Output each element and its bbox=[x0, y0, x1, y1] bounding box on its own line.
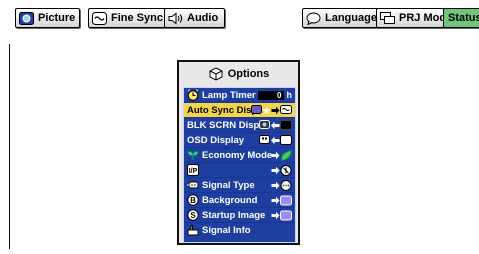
background-screen-icon bbox=[280, 195, 292, 205]
background-b-icon: B bbox=[187, 194, 199, 206]
menu-item-label: Economy Mode bbox=[202, 149, 273, 161]
menu-item-label: BLK SCRN Disp bbox=[187, 119, 260, 131]
options-title: Options bbox=[227, 67, 270, 80]
tab-audio[interactable]: Audio bbox=[164, 8, 225, 28]
signal-connector-icon bbox=[187, 179, 199, 191]
left-arrow-icon bbox=[271, 121, 280, 129]
tab-language-label: Language bbox=[325, 12, 377, 24]
screen-image-icon bbox=[259, 120, 270, 129]
options-menu: Lamp Timer 0 h Auto Sync Disp BLK SCRN D… bbox=[183, 87, 296, 243]
projector-icon bbox=[380, 11, 395, 25]
right-arrow-icon bbox=[271, 211, 280, 219]
fine-sync-icon bbox=[92, 11, 107, 25]
menu-item-label: Signal Info bbox=[202, 224, 251, 236]
star-icon bbox=[262, 106, 271, 114]
eco-leaf-icon bbox=[281, 149, 292, 161]
menu-item-disabled: I/P bbox=[184, 163, 295, 178]
speaker-icon bbox=[168, 11, 183, 25]
left-arrow-icon bbox=[271, 136, 280, 144]
rgb-signal-icon bbox=[280, 179, 292, 191]
tab-picture-label: Picture bbox=[38, 12, 76, 24]
monitor-blank-icon bbox=[251, 105, 262, 114]
menu-item-blk-scrn-disp[interactable]: BLK SCRN Disp bbox=[184, 118, 295, 133]
svg-text:B: B bbox=[190, 196, 196, 205]
right-arrow-icon bbox=[271, 151, 280, 159]
lamp-timer-unit: h bbox=[286, 90, 293, 100]
leaf-icon bbox=[187, 149, 199, 161]
monitor-sync-icon bbox=[280, 105, 292, 114]
tab-fine-sync-label: Fine Sync bbox=[111, 12, 163, 24]
info-hand-icon bbox=[187, 224, 199, 236]
menu-item-label: Auto Sync Disp bbox=[187, 104, 258, 116]
menu-item-signal-type[interactable]: Signal Type bbox=[184, 178, 295, 193]
options-header: Options bbox=[179, 62, 298, 85]
circle-symbol-icon bbox=[280, 164, 292, 176]
menu-item-auto-sync-disp[interactable]: Auto Sync Disp bbox=[184, 103, 295, 118]
menu-item-osd-display[interactable]: OSD Display bbox=[184, 133, 295, 148]
tab-language[interactable]: Language bbox=[302, 8, 382, 28]
right-arrow-icon bbox=[271, 181, 280, 189]
tab-fine-sync[interactable]: Fine Sync bbox=[88, 8, 168, 28]
menu-item-label: Background bbox=[202, 194, 258, 206]
left-divider-line bbox=[9, 44, 10, 249]
options-cube-icon bbox=[208, 66, 224, 81]
right-arrow-icon bbox=[271, 166, 280, 174]
menu-item-startup-image[interactable]: S Startup Image bbox=[184, 208, 295, 223]
menu-item-lamp-timer[interactable]: Lamp Timer 0 h bbox=[184, 88, 295, 103]
speech-bubble-icon bbox=[306, 11, 321, 25]
picture-icon bbox=[19, 11, 34, 25]
right-arrow-icon bbox=[271, 106, 280, 114]
menu-item-label: OSD Display bbox=[187, 134, 245, 146]
tab-status-label: Status bbox=[448, 12, 479, 24]
osd-off-icon bbox=[280, 135, 292, 145]
ip-icon: I/P bbox=[187, 164, 199, 176]
tab-picture[interactable]: Picture bbox=[15, 8, 81, 28]
tab-audio-label: Audio bbox=[187, 12, 219, 24]
clock-icon bbox=[187, 89, 199, 101]
lamp-timer-value: 0 bbox=[257, 90, 284, 100]
menu-item-economy-mode[interactable]: Economy Mode bbox=[184, 148, 295, 163]
osd-on-icon bbox=[259, 135, 270, 144]
menu-item-label: Lamp Timer bbox=[202, 89, 256, 101]
menu-item-signal-info[interactable]: Signal Info bbox=[184, 223, 295, 237]
startup-screen-icon bbox=[280, 210, 292, 220]
menu-item-background[interactable]: B Background bbox=[184, 193, 295, 208]
right-arrow-icon bbox=[271, 196, 280, 204]
options-dialog: Options Lamp Timer 0 h Auto Sync Disp BL… bbox=[177, 60, 300, 245]
screen-black-icon bbox=[280, 120, 292, 130]
menu-item-label: Signal Type bbox=[202, 179, 255, 191]
tab-status[interactable]: Status bbox=[443, 8, 479, 28]
menu-item-label: Startup Image bbox=[202, 209, 266, 221]
startup-s-icon: S bbox=[187, 209, 199, 221]
svg-text:S: S bbox=[190, 211, 196, 220]
svg-text:I/P: I/P bbox=[189, 168, 198, 175]
